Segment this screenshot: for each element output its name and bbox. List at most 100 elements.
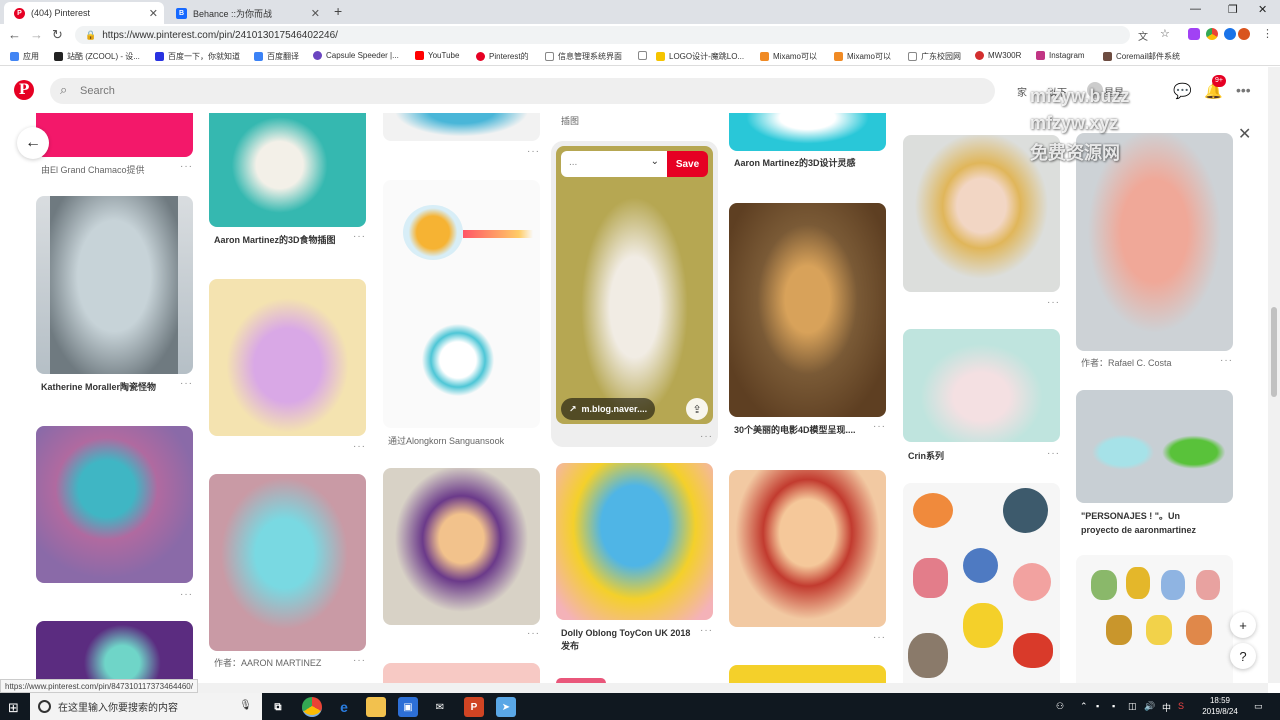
pin-more-icon[interactable]: ··· [700, 431, 713, 442]
profile-avatar-icon[interactable] [1238, 28, 1250, 40]
pin-image[interactable] [556, 146, 713, 424]
bookmark-item[interactable]: 百度一下，你就知道 [155, 51, 240, 62]
bookmark-item[interactable]: 站酷 (ZCOOL) - 设... [54, 51, 140, 62]
close-window-icon[interactable]: ✕ [1258, 3, 1267, 16]
sync-icon[interactable] [1224, 28, 1236, 40]
nav-home[interactable]: 家 [1017, 84, 1027, 99]
pin-more-icon[interactable]: ··· [180, 378, 193, 389]
pin-more-icon[interactable]: ··· [527, 628, 540, 639]
pin-image[interactable] [36, 196, 193, 374]
tray-app-icon[interactable]: ▪ [1096, 701, 1099, 711]
pin-image[interactable] [729, 470, 886, 627]
bookmark-item[interactable]: 广东校园网 [908, 51, 961, 62]
close-icon[interactable]: ✕ [1238, 124, 1251, 144]
close-tab-icon[interactable]: ✕ [149, 7, 158, 20]
save-button[interactable]: Save [667, 151, 708, 177]
file-explorer-icon[interactable] [366, 697, 386, 717]
forward-arrow-icon[interactable]: → [30, 27, 43, 42]
scrollbar-thumb[interactable] [1271, 307, 1277, 397]
bookmark-item[interactable]: 应用 [10, 51, 39, 62]
bookmark-item[interactable]: 信息管理系统界面 [545, 51, 622, 62]
pinterest-logo[interactable]: P [14, 80, 34, 100]
back-button[interactable]: ← [17, 127, 49, 159]
pin-more-icon[interactable]: ··· [353, 655, 366, 666]
address-bar[interactable]: 🔒 https://www.pinterest.com/pin/24101301… [75, 26, 1130, 44]
pin-image[interactable] [1076, 555, 1233, 683]
pin-image[interactable] [903, 329, 1060, 442]
pin-image[interactable] [36, 426, 193, 583]
bookmark-item[interactable]: Capsule Speeder |... [313, 51, 399, 60]
pin-image[interactable] [209, 279, 366, 436]
pin-image[interactable] [209, 113, 366, 227]
bookmark-item[interactable] [638, 51, 651, 60]
tab-pinterest[interactable]: P (404) Pinterest ✕ [4, 2, 164, 24]
windows-start-icon[interactable]: ⊞ [8, 700, 19, 716]
volume-icon[interactable]: 🔊 [1144, 701, 1155, 712]
mail-icon[interactable]: ✉ [430, 697, 450, 717]
source-link-button[interactable]: ↗ m.blog.naver.... [561, 398, 655, 420]
bookmark-item[interactable]: 百度翻译 [254, 51, 299, 62]
pin-image[interactable] [383, 663, 540, 683]
bookmark-item[interactable]: YouTube [415, 51, 459, 60]
back-arrow-icon[interactable]: ← [8, 27, 21, 42]
edge-icon[interactable]: e [334, 697, 354, 717]
help-button[interactable]: ? [1230, 643, 1256, 669]
pin-more-icon[interactable]: ··· [1047, 448, 1060, 459]
messages-icon[interactable]: 💬 [1173, 82, 1192, 100]
pin-image[interactable] [729, 113, 886, 151]
reload-icon[interactable]: ↻ [52, 27, 63, 43]
restore-icon[interactable]: ❐ [1228, 3, 1238, 16]
bookmark-item[interactable]: Mixamo可以 [760, 51, 817, 62]
people-icon[interactable]: ⚇ [1056, 701, 1064, 712]
powerpoint-icon[interactable]: P [464, 697, 484, 717]
pin-image[interactable] [556, 463, 713, 620]
bookmark-item[interactable]: MW300R [975, 51, 1021, 60]
network-icon[interactable]: ◫ [1128, 701, 1137, 712]
pin-more-icon[interactable]: ··· [180, 161, 193, 172]
bookmark-item[interactable]: Pinterest的 [476, 51, 529, 62]
pin-image[interactable] [729, 203, 886, 417]
pin-image[interactable] [1076, 390, 1233, 503]
pin-image[interactable] [1076, 133, 1233, 351]
taskbar-search-input[interactable]: 在这里输入你要搜索的内容 🎙 [30, 693, 262, 720]
microphone-icon[interactable]: 🎙 [239, 700, 252, 711]
app-icon[interactable]: ➤ [496, 697, 516, 717]
pin-image[interactable] [383, 113, 540, 141]
pin-more-icon[interactable]: ··· [873, 632, 886, 643]
pin-image[interactable] [903, 483, 1060, 683]
action-center-icon[interactable]: ▭ [1254, 701, 1263, 712]
star-icon[interactable]: ☆ [1160, 27, 1170, 40]
pin-image[interactable] [383, 468, 540, 625]
tray-app-icon[interactable]: ▪ [1112, 701, 1115, 711]
antivirus-icon[interactable]: S [1178, 701, 1184, 711]
pin-image[interactable] [729, 665, 886, 683]
tab-behance[interactable]: B Behance ::为你而战 ✕ [166, 2, 326, 24]
system-clock[interactable]: 18:59 2019/8/24 [1195, 695, 1245, 717]
pin-image[interactable] [383, 180, 540, 428]
translate-icon[interactable]: 文 [1138, 28, 1148, 43]
board-select[interactable]: ... ⌄ [561, 151, 667, 177]
share-button[interactable]: ⇪ [686, 398, 708, 420]
pin-more-icon[interactable]: ··· [527, 146, 540, 157]
store-icon[interactable]: ▣ [398, 697, 418, 717]
task-view-icon[interactable]: ⧉ [268, 697, 288, 717]
chrome-extension-icon[interactable] [1206, 28, 1218, 40]
bookmark-item[interactable]: Instagram [1036, 51, 1085, 60]
pin-more-icon[interactable]: ··· [873, 421, 886, 432]
new-tab-button[interactable]: + [334, 3, 342, 19]
close-tab-icon[interactable]: ✕ [311, 7, 320, 20]
bookmark-item[interactable]: Coremail邮件系统 [1103, 51, 1180, 62]
chrome-taskbar-icon[interactable] [302, 697, 322, 717]
pin-more-icon[interactable]: ··· [180, 589, 193, 600]
pin-more-icon[interactable]: ··· [353, 231, 366, 242]
pin-more-icon[interactable]: ··· [1047, 297, 1060, 308]
vertical-scrollbar[interactable] [1268, 67, 1280, 683]
pin-more-icon[interactable]: ··· [1220, 355, 1233, 366]
search-input[interactable]: ⌕ Search [50, 78, 995, 104]
pin-more-icon[interactable]: ··· [700, 625, 713, 636]
pin-more-icon[interactable]: ··· [353, 441, 366, 452]
ime-indicator[interactable]: 中 [1162, 701, 1171, 714]
bookmark-item[interactable]: LOGO设计-魔跳LO... [656, 51, 744, 62]
bookmark-item[interactable]: Mixamo可以 [834, 51, 891, 62]
show-hidden-icons[interactable]: ⌃ [1080, 701, 1088, 712]
